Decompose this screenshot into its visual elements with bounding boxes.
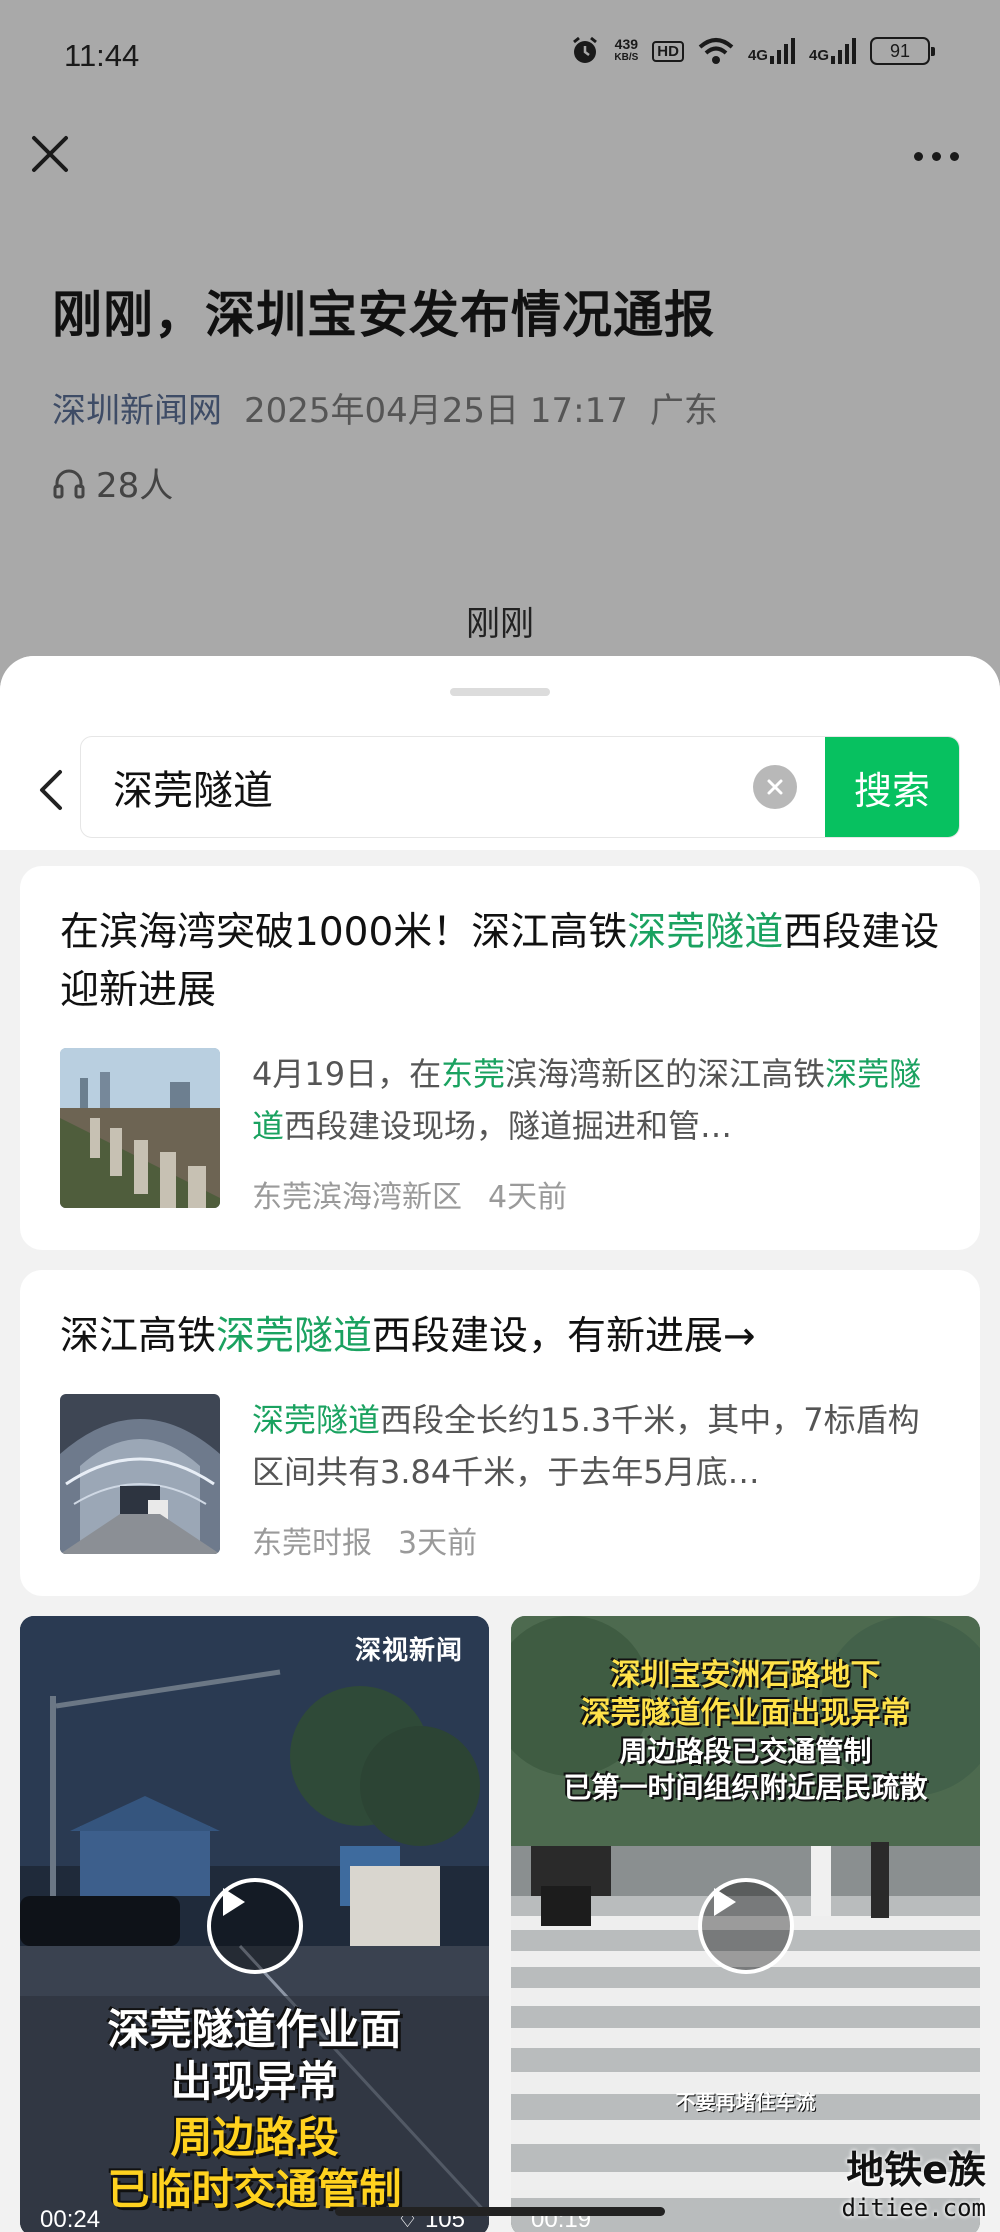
signal-bars-icon (831, 38, 856, 64)
snippet-text: 滨海湾新区的深江高铁 (505, 1055, 826, 1093)
result-title-text: 西段建设，有新进展→ (372, 1314, 756, 1359)
home-indicator[interactable] (335, 2207, 665, 2216)
headphones-icon (53, 469, 85, 498)
video-card[interactable]: 深视新闻 深莞隧道作业面 出现异常 周边路段 已临时交通管制 00:24 ♢ 1… (20, 1616, 489, 2232)
result-title-text: 深江高铁 (60, 1314, 217, 1359)
result-title: 在滨海湾突破1000米！深江高铁深莞隧道西段建设迎新进展 (60, 904, 940, 1020)
video-results: 深视新闻 深莞隧道作业面 出现异常 周边路段 已临时交通管制 00:24 ♢ 1… (20, 1616, 980, 2232)
status-bar: 11:44 439 KB/S HD 4G 4G 91 (0, 0, 1000, 110)
result-thumbnail (60, 1394, 220, 1554)
watermark-url: ditiee.com (841, 2194, 987, 2222)
listen-count-label: 28人 (96, 466, 174, 506)
play-icon (222, 1888, 245, 1916)
search-sheet: 搜索 在滨海湾突破1000米！深江高铁深莞隧道西段建设迎新进展 (0, 656, 1000, 2232)
result-card[interactable]: 深江高铁深莞隧道西段建设，有新进展→ 深莞隧道西段全长约15.3千米，其中，7标… (20, 1270, 980, 1596)
watermark: 地铁e族 ditiee.com (842, 2139, 987, 2222)
play-icon (713, 1888, 736, 1916)
video-overlay-line: 已第一时间组织附近居民疏散 (563, 1771, 928, 1804)
result-title-highlight: 深莞隧道 (627, 910, 784, 955)
video-overlay-line: 深莞隧道作业面出现异常 (580, 1696, 911, 1731)
result-title: 深江高铁深莞隧道西段建设，有新进展→ (60, 1308, 940, 1366)
search-bar: 搜索 (80, 736, 960, 838)
play-button[interactable] (206, 1878, 303, 1974)
signal-2: 4G (809, 38, 856, 64)
result-title-text: 在滨海湾突破1000米！深江高铁 (60, 910, 628, 955)
hd-badge: HD (652, 40, 684, 62)
status-time: 11:44 (64, 38, 140, 73)
result-meta: 东莞滨海湾新区 4天前 (252, 1172, 940, 1216)
close-button[interactable] (26, 130, 74, 178)
search-results: 在滨海湾突破1000米！深江高铁深莞隧道西段建设迎新进展 4月19日，在东莞滨海… (20, 866, 980, 2232)
dot-icon (949, 151, 959, 161)
sheet-drag-handle[interactable] (450, 688, 550, 696)
net-speed-value: 439 (614, 36, 639, 52)
back-button[interactable] (30, 760, 70, 820)
result-card[interactable]: 在滨海湾突破1000米！深江高铁深莞隧道西段建设迎新进展 4月19日，在东莞滨海… (20, 866, 980, 1250)
video-overlay-line: 出现异常 (170, 2057, 339, 2106)
result-thumbnail (60, 1048, 220, 1208)
article-region: 广东 (649, 391, 718, 431)
snippet-text: 西段建设现场，隧道掘进和管… (284, 1107, 733, 1145)
result-text: 深莞隧道西段全长约15.3千米，其中，7标盾构区间共有3.84千米，于去年5月底… (252, 1394, 940, 1562)
signal-1: 4G (748, 38, 795, 64)
snippet-highlight: 东莞 (441, 1055, 506, 1093)
search-button[interactable]: 搜索 (825, 737, 959, 837)
watermark-title: 地铁e族 (846, 2148, 986, 2192)
signal-2-label: 4G (808, 47, 829, 64)
article-meta: 深圳新闻网 2025年04月25日 17:17 广东 (52, 383, 718, 432)
result-text: 4月19日，在东莞滨海湾新区的深江高铁深莞隧道西段建设现场，隧道掘进和管… 东莞… (252, 1048, 940, 1216)
result-snippet: 4月19日，在东莞滨海湾新区的深江高铁深莞隧道西段建设现场，隧道掘进和管… (252, 1048, 940, 1152)
battery-level: 91 (889, 40, 911, 61)
snippet-highlight: 深莞隧道 (252, 1401, 381, 1439)
more-options-button[interactable] (906, 146, 966, 166)
battery-icon: 91 (870, 37, 935, 65)
alarm-icon (573, 36, 598, 63)
status-icons: 439 KB/S HD 4G 4G 91 (570, 36, 935, 66)
search-header: 搜索 (0, 656, 1000, 850)
dot-icon (931, 151, 941, 161)
construction-site-image (60, 1048, 220, 1208)
result-time: 4天前 (488, 1180, 568, 1215)
tunnel-image (60, 1394, 220, 1554)
play-button[interactable] (697, 1878, 794, 1974)
result-publisher: 东莞滨海湾新区 (252, 1180, 462, 1215)
net-speed-unit: KB/S (614, 52, 639, 63)
clear-search-button[interactable] (753, 765, 797, 809)
net-speed: 439 KB/S (614, 37, 638, 65)
result-body: 深莞隧道西段全长约15.3千米，其中，7标盾构区间共有3.84千米，于去年5月底… (60, 1394, 940, 1562)
result-snippet: 深莞隧道西段全长约15.3千米，其中，7标盾构区间共有3.84千米，于去年5月底… (252, 1394, 940, 1498)
video-caption: 不要再堵住车流 (675, 2090, 816, 2114)
result-title-highlight: 深莞隧道 (216, 1314, 373, 1359)
video-duration: 00:24 (40, 2206, 101, 2232)
video-overlay-line: 周边路段已交通管制 (619, 1735, 872, 1768)
snippet-text: 4月19日，在 (252, 1055, 442, 1093)
result-time: 3天前 (398, 1526, 478, 1561)
dot-icon (913, 151, 923, 161)
result-publisher: 东莞时报 (252, 1526, 372, 1561)
chevron-left-icon (40, 770, 62, 810)
article-source[interactable]: 深圳新闻网 (52, 383, 222, 432)
article-date: 2025年04月25日 17:17 (244, 391, 628, 431)
signal-1-label: 4G (747, 47, 768, 64)
article-intro: 刚刚 (466, 604, 534, 644)
article-title: 刚刚，深圳宝安发布情况通报 (52, 286, 715, 344)
result-body: 4月19日，在东莞滨海湾新区的深江高铁深莞隧道西段建设现场，隧道掘进和管… 东莞… (60, 1048, 940, 1216)
result-meta: 东莞时报 3天前 (252, 1518, 940, 1562)
clear-icon (767, 779, 783, 795)
channel-logo: 深视新闻 (354, 1636, 463, 1666)
signal-bars-icon (769, 38, 795, 64)
wifi-icon (698, 38, 734, 64)
listen-count[interactable]: 28人 (52, 458, 173, 507)
search-input[interactable] (81, 737, 753, 837)
close-icon (32, 136, 68, 172)
